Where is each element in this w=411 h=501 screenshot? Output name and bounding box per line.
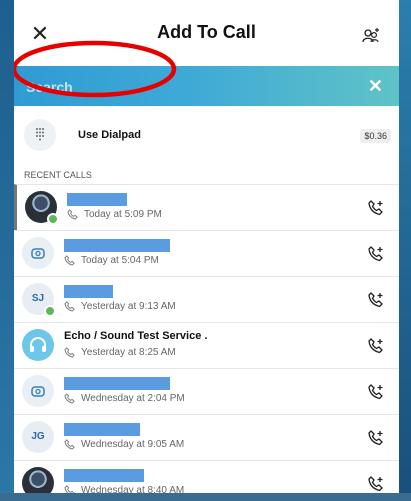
recent-call-row[interactable]: Wednesday at 8:40 AM: [14, 460, 399, 493]
call-time-text: Today at 5:04 PM: [81, 255, 159, 266]
contact-name-redacted: [67, 193, 127, 206]
add-to-call-button[interactable]: [367, 429, 385, 447]
recent-call-row[interactable]: Wednesday at 2:04 PM: [14, 368, 399, 414]
headset-icon: [30, 337, 46, 352]
contact-name-redacted: [64, 239, 170, 252]
search-input[interactable]: [24, 74, 328, 100]
search-bar: ✕: [14, 66, 399, 106]
add-person-icon: [362, 28, 379, 43]
close-icon: ✕: [367, 76, 383, 96]
call-time-text: Wednesday at 9:05 AM: [81, 439, 185, 450]
call-time: Yesterday at 8:25 AM: [64, 347, 176, 358]
call-time: Wednesday at 9:05 AM: [64, 439, 184, 450]
dialpad-icon: [24, 119, 56, 151]
call-history-icon: [64, 393, 75, 404]
avatar: [22, 467, 54, 493]
presence-indicator: [47, 213, 59, 225]
add-to-call-button[interactable]: [367, 245, 385, 263]
recent-call-row[interactable]: Today at 5:09 PM: [14, 184, 399, 230]
add-to-call-icon: [368, 384, 383, 400]
add-to-call-icon: [368, 292, 383, 308]
call-history-icon: [64, 439, 75, 450]
recent-call-row[interactable]: Today at 5:04 PM: [14, 230, 399, 276]
phone-icon: [31, 248, 45, 259]
add-to-call-icon: [368, 200, 383, 216]
phone-icon: [31, 386, 45, 397]
page-title: Add To Call: [157, 22, 256, 42]
add-to-call-button[interactable]: [367, 475, 385, 493]
call-time: Today at 5:04 PM: [64, 255, 159, 266]
call-time-text: Wednesday at 8:40 AM: [81, 485, 185, 493]
add-to-call-icon: [368, 338, 383, 354]
avatar: [22, 375, 54, 407]
desktop-background-left: [0, 0, 14, 501]
dialpad-price-badge: $0.36: [360, 129, 391, 143]
contact-name-redacted: [64, 469, 144, 482]
use-dialpad-label: Use Dialpad: [78, 129, 141, 141]
dialog-header: ✕ Add To Call: [14, 0, 399, 66]
call-history-icon: [64, 485, 75, 493]
add-to-call-button[interactable]: [367, 337, 385, 355]
avatar: [22, 329, 54, 361]
add-person-button[interactable]: [361, 26, 381, 46]
use-dialpad-row[interactable]: Use Dialpad $0.36: [14, 106, 399, 164]
contact-name: Echo / Sound Test Service .: [64, 330, 208, 342]
contact-name-redacted: [64, 285, 113, 298]
call-time: Wednesday at 8:40 AM: [64, 485, 184, 493]
add-to-call-icon: [368, 430, 383, 446]
desktop-background-right: [399, 0, 411, 501]
add-to-call-icon: [368, 246, 383, 262]
call-time: Wednesday at 2:04 PM: [64, 393, 185, 404]
call-history-icon: [64, 255, 75, 266]
desktop-background-bottom: [0, 493, 411, 501]
clear-search-button[interactable]: ✕: [368, 75, 383, 97]
call-history-icon: [67, 209, 78, 220]
recent-calls-heading: RECENT CALLS: [24, 170, 92, 180]
contact-name-redacted: [64, 423, 140, 436]
add-to-call-button[interactable]: [367, 291, 385, 309]
recent-call-row[interactable]: Echo / Sound Test Service . Yesterday at…: [14, 322, 399, 368]
call-time-text: Today at 5:09 PM: [84, 209, 162, 220]
avatar: [22, 237, 54, 269]
recent-call-row[interactable]: JG Wednesday at 9:05 AM: [14, 414, 399, 460]
call-history-icon: [64, 301, 75, 312]
contact-name-redacted: [64, 377, 170, 390]
presence-indicator: [44, 305, 56, 317]
call-time-text: Yesterday at 9:13 AM: [81, 301, 176, 312]
add-to-call-button[interactable]: [367, 199, 385, 217]
call-time-text: Wednesday at 2:04 PM: [81, 393, 185, 404]
add-to-call-icon: [368, 476, 383, 492]
add-to-call-button[interactable]: [367, 383, 385, 401]
call-history-icon: [64, 347, 75, 358]
recent-call-row[interactable]: SJ Yesterday at 9:13 AM: [14, 276, 399, 322]
call-time-text: Yesterday at 8:25 AM: [81, 347, 176, 358]
add-to-call-dialog: ✕ Add To Call ✕: [14, 0, 399, 493]
avatar: JG: [22, 421, 54, 453]
call-time: Today at 5:09 PM: [67, 209, 162, 220]
call-time: Yesterday at 9:13 AM: [64, 301, 176, 312]
